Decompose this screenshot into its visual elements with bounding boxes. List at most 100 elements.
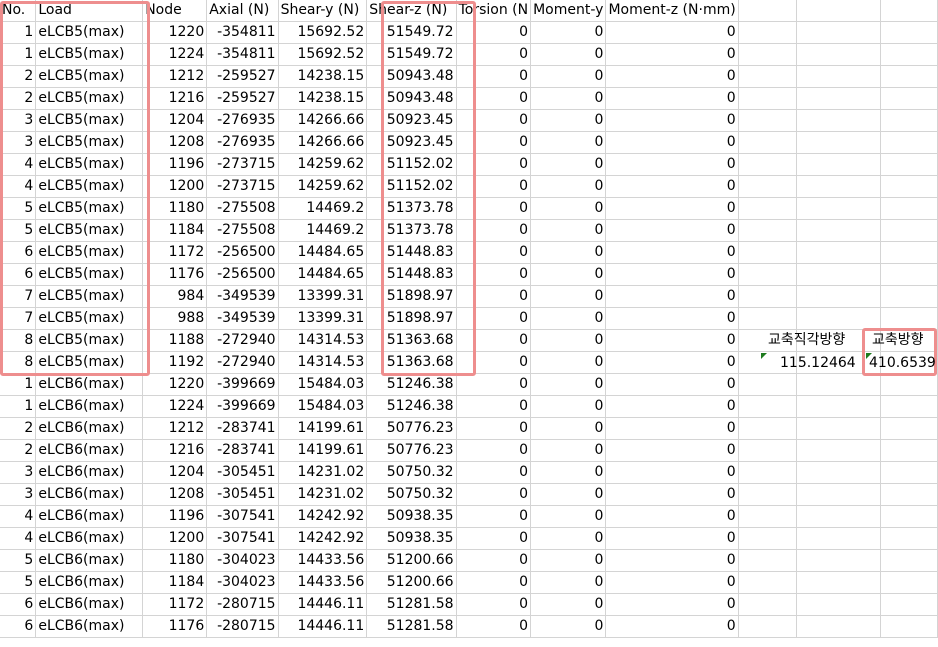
empty-cell[interactable]	[880, 153, 938, 176]
header-cell-shear-z[interactable]: Shear-z (N)	[366, 0, 457, 22]
cell-load[interactable]: eLCB6(max)	[35, 373, 144, 396]
cell-load[interactable]: eLCB6(max)	[35, 549, 144, 572]
cell-load[interactable]: eLCB5(max)	[35, 87, 144, 110]
empty-cell[interactable]	[738, 307, 797, 330]
cell-no[interactable]: 5	[0, 219, 37, 242]
cell-node[interactable]: 1180	[142, 197, 208, 220]
empty-cell[interactable]	[880, 65, 938, 88]
cell-torsion[interactable]: 0	[456, 109, 532, 132]
cell-no[interactable]: 8	[0, 351, 37, 374]
cell-moment-y[interactable]: 0	[530, 307, 607, 330]
cell-axial[interactable]: -349539	[206, 285, 279, 308]
empty-cell[interactable]	[738, 483, 797, 506]
cell-shear-z[interactable]: 50750.32	[366, 461, 457, 484]
cell-axial[interactable]: -272940	[206, 329, 279, 352]
empty-cell[interactable]	[796, 571, 881, 594]
cell-node[interactable]: 1204	[142, 109, 208, 132]
cell-shear-y[interactable]: 14469.2	[278, 197, 368, 220]
empty-cell[interactable]	[796, 0, 881, 22]
cell-torsion[interactable]: 0	[456, 197, 532, 220]
cell-torsion[interactable]: 0	[456, 175, 532, 198]
cell-load[interactable]: eLCB6(max)	[35, 527, 144, 550]
cell-shear-y[interactable]: 14446.11	[278, 615, 368, 638]
header-cell-no[interactable]: No.	[0, 0, 37, 22]
cell-moment-z[interactable]: 0	[605, 549, 739, 572]
cell-load[interactable]: eLCB5(max)	[35, 131, 144, 154]
cell-load[interactable]: eLCB6(max)	[35, 395, 144, 418]
empty-cell[interactable]	[738, 219, 797, 242]
cell-no[interactable]: 3	[0, 461, 37, 484]
cell-node[interactable]: 1196	[142, 505, 208, 528]
cell-no[interactable]: 8	[0, 329, 37, 352]
cell-node[interactable]: 1204	[142, 461, 208, 484]
cell-node[interactable]: 1200	[142, 527, 208, 550]
cell-node[interactable]: 1176	[142, 615, 208, 638]
cell-node[interactable]: 1172	[142, 593, 208, 616]
cell-no[interactable]: 1	[0, 43, 37, 66]
cell-no[interactable]: 3	[0, 109, 37, 132]
empty-cell[interactable]	[738, 285, 797, 308]
cell-torsion[interactable]: 0	[456, 593, 532, 616]
cell-moment-z[interactable]: 0	[605, 417, 739, 440]
empty-cell[interactable]	[738, 527, 797, 550]
cell-axial[interactable]: -305451	[206, 483, 279, 506]
cell-shear-y[interactable]: 14484.65	[278, 263, 368, 286]
cell-node[interactable]: 1216	[142, 439, 208, 462]
empty-cell[interactable]	[796, 219, 881, 242]
cell-shear-y[interactable]: 14314.53	[278, 329, 368, 352]
cell-moment-y[interactable]: 0	[530, 219, 607, 242]
empty-cell[interactable]	[796, 307, 881, 330]
cell-node[interactable]: 1192	[142, 351, 208, 374]
empty-cell[interactable]	[738, 373, 797, 396]
cell-node[interactable]: 988	[142, 307, 208, 330]
cell-moment-y[interactable]: 0	[530, 483, 607, 506]
empty-cell[interactable]	[880, 21, 938, 44]
empty-cell[interactable]	[880, 131, 938, 154]
cell-moment-y[interactable]: 0	[530, 373, 607, 396]
cell-no[interactable]: 4	[0, 153, 37, 176]
cell-no[interactable]: 7	[0, 285, 37, 308]
cell-moment-z[interactable]: 0	[605, 43, 739, 66]
cell-node[interactable]: 1196	[142, 153, 208, 176]
cell-shear-y[interactable]: 13399.31	[278, 285, 368, 308]
cell-no[interactable]: 2	[0, 65, 37, 88]
cell-shear-z[interactable]: 50923.45	[366, 109, 457, 132]
cell-node[interactable]: 1224	[142, 395, 208, 418]
cell-axial[interactable]: -399669	[206, 373, 279, 396]
cell-moment-y[interactable]: 0	[530, 527, 607, 550]
cell-shear-z[interactable]: 50750.32	[366, 483, 457, 506]
cell-shear-z[interactable]: 50938.35	[366, 527, 457, 550]
cell-shear-z[interactable]: 50923.45	[366, 131, 457, 154]
cell-torsion[interactable]: 0	[456, 395, 532, 418]
cell-axial[interactable]: -307541	[206, 527, 279, 550]
empty-cell[interactable]	[880, 197, 938, 220]
cell-moment-z[interactable]: 0	[605, 263, 739, 286]
cell-shear-y[interactable]: 14433.56	[278, 571, 368, 594]
cell-no[interactable]: 2	[0, 439, 37, 462]
cell-no[interactable]: 2	[0, 87, 37, 110]
empty-cell[interactable]	[738, 263, 797, 286]
axial-direction-value[interactable]: 410.6539	[869, 353, 936, 374]
cell-shear-z[interactable]: 51898.97	[366, 307, 457, 330]
empty-cell[interactable]	[796, 549, 881, 572]
cell-shear-y[interactable]: 13399.31	[278, 307, 368, 330]
cell-torsion[interactable]: 0	[456, 219, 532, 242]
cell-shear-y[interactable]: 14259.62	[278, 175, 368, 198]
cell-shear-y[interactable]: 14231.02	[278, 461, 368, 484]
cell-axial[interactable]: -276935	[206, 131, 279, 154]
empty-cell[interactable]	[796, 483, 881, 506]
cell-shear-y[interactable]: 14266.66	[278, 131, 368, 154]
empty-cell[interactable]	[880, 505, 938, 528]
header-cell-axial[interactable]: Axial (N)	[206, 0, 279, 22]
cell-node[interactable]: 1208	[142, 131, 208, 154]
cell-moment-z[interactable]: 0	[605, 109, 739, 132]
cell-torsion[interactable]: 0	[456, 263, 532, 286]
empty-cell[interactable]	[738, 571, 797, 594]
cell-node[interactable]: 1184	[142, 219, 208, 242]
empty-cell[interactable]	[738, 197, 797, 220]
cell-torsion[interactable]: 0	[456, 43, 532, 66]
cell-moment-y[interactable]: 0	[530, 549, 607, 572]
empty-cell[interactable]	[880, 549, 938, 572]
empty-cell[interactable]	[738, 395, 797, 418]
header-cell-node[interactable]: Node	[142, 0, 208, 22]
